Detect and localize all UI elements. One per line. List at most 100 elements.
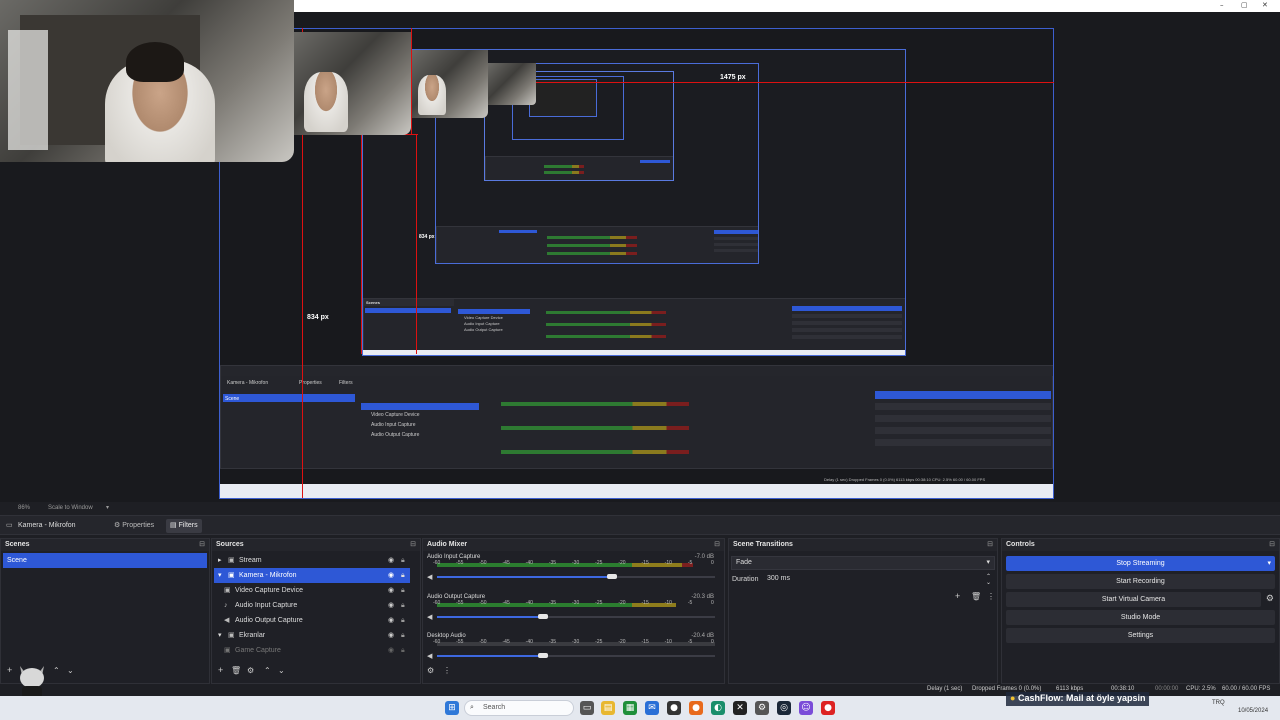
source-settings-icon[interactable]: ⚙ xyxy=(247,666,254,675)
meter-scale-label: -40 xyxy=(525,600,533,606)
dock-menu-icon[interactable]: ⊟ xyxy=(1269,540,1275,548)
source-item-audio-input[interactable]: ♪ Audio Input Capture ◉ 🔒︎ xyxy=(212,598,420,613)
edge-icon[interactable]: ◐ xyxy=(711,701,725,715)
source-item-audio-output[interactable]: ◀ Audio Output Capture ◉ 🔒︎ xyxy=(212,613,420,628)
eye-icon[interactable]: ◉ xyxy=(388,643,394,658)
virtual-camera-gear-icon[interactable]: ⚙ xyxy=(1266,593,1274,604)
audio-mixer-dock: Audio Mixer ⊟ Audio Input Capture -7.0 dB… xyxy=(422,538,725,684)
lock-icon[interactable]: 🔒︎ xyxy=(401,553,405,568)
maximize-button[interactable]: ▢ xyxy=(1241,1,1248,9)
start-recording-button[interactable]: Start Recording xyxy=(1006,574,1275,589)
dock-menu-icon[interactable]: ⊟ xyxy=(410,540,416,548)
eye-icon[interactable]: ◉ xyxy=(388,628,394,643)
taskbar-search[interactable]: ⌕ Search xyxy=(464,700,574,716)
nested-docks-1: Scenes Video Capture Device Audio Input … xyxy=(363,298,905,355)
studio-mode-button[interactable]: Studio Mode xyxy=(1006,610,1275,625)
source-item-video-capture[interactable]: ▣ Video Capture Device ◉ 🔒︎ xyxy=(212,583,420,598)
discord-icon[interactable]: ☺ xyxy=(799,701,813,715)
task-view-icon[interactable]: ▭ xyxy=(580,701,594,715)
close-button[interactable]: ✕ xyxy=(1262,1,1268,9)
collapse-icon[interactable]: ▾ xyxy=(218,568,222,583)
zoom-mode[interactable]: Scale to Window xyxy=(48,505,93,511)
meter-scale-label: 0 xyxy=(711,600,714,606)
transition-menu-icon[interactable]: ⋮ xyxy=(987,592,995,601)
filters-label: Filters xyxy=(178,522,198,529)
taskbar-date[interactable]: 10/05/2024 xyxy=(1238,708,1268,714)
eye-icon[interactable]: ◉ xyxy=(388,613,394,628)
eye-icon[interactable]: ◉ xyxy=(388,583,394,598)
expand-icon[interactable]: ▸ xyxy=(218,553,222,568)
lock-icon[interactable]: 🔒︎ xyxy=(401,583,405,598)
firefox-icon[interactable]: ● xyxy=(689,701,703,715)
speaker-icon[interactable]: ◀ xyxy=(427,613,432,621)
start-virtual-camera-button[interactable]: Start Virtual Camera xyxy=(1006,592,1261,607)
meter-scale-label: -50 xyxy=(479,600,487,606)
recording-app-icon[interactable]: ● xyxy=(821,701,835,715)
chevron-down-icon[interactable]: ▾ xyxy=(1267,556,1271,571)
dock-menu-icon[interactable]: ⊟ xyxy=(714,540,720,548)
controls-title: Controls xyxy=(1002,539,1279,551)
dock-menu-icon[interactable]: ⊟ xyxy=(199,540,205,548)
meter-scale-label: -45 xyxy=(502,639,510,645)
source-label: Audio Input Capture xyxy=(235,602,298,609)
settings-app-icon[interactable]: ⚙ xyxy=(755,701,769,715)
lock-icon[interactable]: 🔒︎ xyxy=(401,628,405,643)
add-transition-button[interactable]: + xyxy=(955,591,960,601)
transition-select[interactable]: Fade ▾ xyxy=(731,556,995,570)
file-explorer-icon[interactable]: ▤ xyxy=(601,701,615,715)
meter-scale-label: -60 xyxy=(433,600,441,606)
remove-source-icon[interactable]: 🗑︎ xyxy=(231,666,241,675)
mixer-settings-icon[interactable]: ⚙ xyxy=(427,666,434,675)
steam-icon[interactable]: ◎ xyxy=(777,701,791,715)
sources-dock: Sources ⊟ ▸ ▣ Stream ◉ 🔒︎ ▾ ▣ Kamera - M… xyxy=(211,538,421,684)
source-item-stream[interactable]: ▸ ▣ Stream ◉ 🔒︎ xyxy=(212,553,420,568)
volume-slider-knob[interactable] xyxy=(537,614,548,619)
eye-icon[interactable]: ◉ xyxy=(388,568,394,583)
properties-button[interactable]: ⚙ Properties xyxy=(110,519,158,533)
lock-icon[interactable]: 🔒︎ xyxy=(401,598,405,613)
mixer-menu-icon[interactable]: ⋮ xyxy=(443,666,451,675)
obs-icon[interactable]: ● xyxy=(667,701,681,715)
source-item-game-capture[interactable]: ▣ Game Capture ◉ 🔒︎ xyxy=(212,643,420,658)
duration-input[interactable]: 300 ms ⌃ ⌄ xyxy=(763,573,995,587)
lock-icon[interactable]: 🔒︎ xyxy=(401,643,405,658)
meter-scale-label: 0 xyxy=(711,639,714,645)
add-source-button[interactable]: + xyxy=(218,665,223,675)
zoom-dropdown-icon[interactable]: ▾ xyxy=(106,504,109,511)
meter-scale-label: -5 xyxy=(687,600,693,606)
move-up-icon[interactable]: ⌃ xyxy=(53,666,60,675)
source-item-ekranlar[interactable]: ▾ ▣ Ekranlar ◉ 🔒︎ xyxy=(212,628,420,643)
language-indicator[interactable]: TRQ xyxy=(1212,700,1225,706)
settings-button[interactable]: Settings xyxy=(1006,628,1275,643)
filters-button[interactable]: ▤ Filters xyxy=(166,519,202,533)
store-icon[interactable]: ▦ xyxy=(623,701,637,715)
speaker-icon[interactable]: ◀ xyxy=(427,573,432,581)
height-label: 834 px xyxy=(307,314,329,321)
add-scene-button[interactable]: + xyxy=(7,665,12,675)
move-down-icon[interactable]: ⌄ xyxy=(67,666,74,675)
lock-icon[interactable]: 🔒︎ xyxy=(401,613,405,628)
remove-transition-icon[interactable]: 🗑︎ xyxy=(971,592,981,601)
scene-item-scene[interactable]: Scene xyxy=(3,553,207,568)
nested-taskbar-1 xyxy=(363,350,905,355)
meter-scale-label: -45 xyxy=(502,560,510,566)
windows-start-icon[interactable]: ⊞ xyxy=(445,701,459,715)
source-item-kamera[interactable]: ▾ ▣ Kamera - Mikrofon ◉ 🔒︎ xyxy=(214,568,410,583)
meter-scale-label: -20 xyxy=(618,639,626,645)
stop-streaming-button[interactable]: Stop Streaming ▾ xyxy=(1006,556,1275,571)
volume-slider-knob[interactable] xyxy=(537,653,548,658)
eye-icon[interactable]: ◉ xyxy=(388,553,394,568)
move-down-icon[interactable]: ⌄ xyxy=(278,666,285,675)
volume-slider-knob[interactable] xyxy=(607,574,618,579)
mail-icon[interactable]: ✉ xyxy=(645,701,659,715)
minimize-button[interactable]: – xyxy=(1220,1,1224,9)
app-icon[interactable]: ✕ xyxy=(733,701,747,715)
lock-icon[interactable]: 🔒︎ xyxy=(401,568,405,583)
dock-menu-icon[interactable]: ⊟ xyxy=(987,540,993,548)
speaker-icon[interactable]: ◀ xyxy=(427,652,432,660)
zoom-value[interactable]: 86% xyxy=(18,505,30,511)
collapse-icon[interactable]: ▾ xyxy=(218,628,222,643)
spin-down-icon[interactable]: ⌄ xyxy=(986,577,991,589)
move-up-icon[interactable]: ⌃ xyxy=(264,666,271,675)
eye-icon[interactable]: ◉ xyxy=(388,598,394,613)
